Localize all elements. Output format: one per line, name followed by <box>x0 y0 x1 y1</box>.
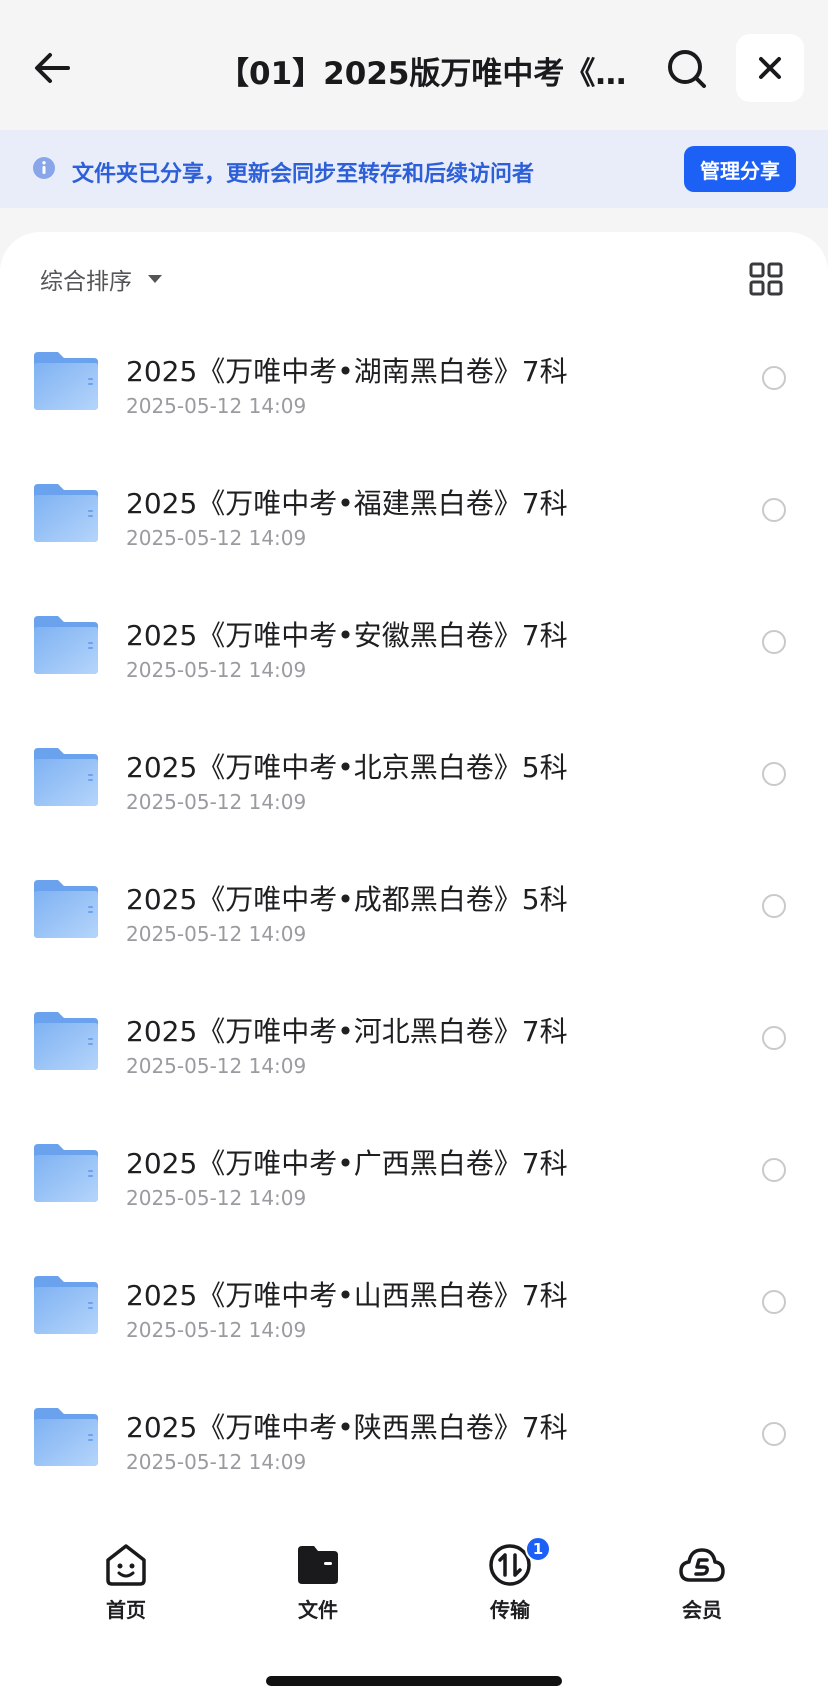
home-indicator <box>266 1676 562 1686</box>
folder-icon <box>298 1546 338 1584</box>
file-name: 2025《万唯中考•山西黑白卷》7科 <box>126 1279 568 1312</box>
home-face-icon <box>106 1544 146 1586</box>
file-row[interactable]: 2025《万唯中考•陕西黑白卷》7科 2025-05-12 14:09 <box>0 1384 828 1516</box>
search-icon <box>668 50 706 88</box>
file-date: 2025-05-12 14:09 <box>126 790 307 814</box>
file-name: 2025《万唯中考•福建黑白卷》7科 <box>126 487 568 520</box>
select-radio[interactable] <box>762 1158 786 1182</box>
file-name: 2025《万唯中考•陕西黑白卷》7科 <box>126 1411 568 1444</box>
manage-share-button[interactable]: 管理分享 <box>684 146 796 192</box>
transfer-badge: 1 <box>525 1536 551 1562</box>
back-button[interactable] <box>28 42 80 94</box>
select-radio[interactable] <box>762 762 786 786</box>
file-list-panel: 综合排序 2025《万唯中考•湖南黑白卷》7科 2025-05-12 14:09 <box>0 232 828 1522</box>
file-row[interactable]: 2025《万唯中考•北京黑白卷》5科 2025-05-12 14:09 <box>0 724 828 856</box>
file-row[interactable]: 2025《万唯中考•福建黑白卷》7科 2025-05-12 14:09 <box>0 460 828 592</box>
sort-dropdown[interactable]: 综合排序 <box>40 262 162 296</box>
file-row[interactable]: 2025《万唯中考•成都黑白卷》5科 2025-05-12 14:09 <box>0 856 828 988</box>
folder-icon <box>32 350 100 412</box>
arrow-left-icon <box>35 53 70 83</box>
select-radio[interactable] <box>762 1422 786 1446</box>
file-name: 2025《万唯中考•安徽黑白卷》7科 <box>126 619 568 652</box>
select-radio[interactable] <box>762 630 786 654</box>
file-date: 2025-05-12 14:09 <box>126 922 307 946</box>
nav-home-label: 首页 <box>106 1598 146 1622</box>
file-name: 2025《万唯中考•北京黑白卷》5科 <box>126 751 568 784</box>
file-row[interactable]: 2025《万唯中考•湖南黑白卷》7科 2025-05-12 14:09 <box>0 328 828 460</box>
file-date: 2025-05-12 14:09 <box>126 1450 307 1474</box>
select-radio[interactable] <box>762 498 786 522</box>
file-name: 2025《万唯中考•河北黑白卷》7科 <box>126 1015 568 1048</box>
grid-icon <box>749 262 783 296</box>
select-radio[interactable] <box>762 1026 786 1050</box>
folder-icon <box>32 1406 100 1468</box>
folder-icon <box>32 878 100 940</box>
select-radio[interactable] <box>762 366 786 390</box>
caret-down-icon <box>148 275 162 283</box>
nav-files-label: 文件 <box>298 1598 338 1622</box>
file-row[interactable]: 2025《万唯中考•安徽黑白卷》7科 2025-05-12 14:09 <box>0 592 828 724</box>
select-radio[interactable] <box>762 1290 786 1314</box>
nav-home[interactable]: 首页 <box>71 1542 181 1632</box>
nav-vip-label: 会员 <box>682 1598 722 1622</box>
file-row[interactable]: 2025《万唯中考•山西黑白卷》7科 2025-05-12 14:09 <box>0 1252 828 1384</box>
file-row[interactable]: 2025《万唯中考•河北黑白卷》7科 2025-05-12 14:09 <box>0 988 828 1120</box>
file-name: 2025《万唯中考•广西黑白卷》7科 <box>126 1147 568 1180</box>
file-date: 2025-05-12 14:09 <box>126 394 307 418</box>
search-button[interactable] <box>664 46 710 92</box>
folder-icon <box>32 1142 100 1204</box>
page-title: 【01】2025版万唯中考《... <box>218 56 628 92</box>
nav-files[interactable]: 文件 <box>263 1542 373 1632</box>
file-date: 2025-05-12 14:09 <box>126 526 307 550</box>
close-button[interactable] <box>736 34 804 102</box>
select-radio[interactable] <box>762 894 786 918</box>
sort-label: 综合排序 <box>40 269 132 295</box>
folder-icon <box>32 614 100 676</box>
top-bar: 【01】2025版万唯中考《... <box>0 0 828 130</box>
file-name: 2025《万唯中考•湖南黑白卷》7科 <box>126 355 568 388</box>
folder-icon <box>32 1010 100 1072</box>
grid-view-toggle[interactable] <box>749 262 783 296</box>
folder-icon <box>32 482 100 544</box>
file-date: 2025-05-12 14:09 <box>126 1054 307 1078</box>
file-name: 2025《万唯中考•成都黑白卷》5科 <box>126 883 568 916</box>
nav-transfer-label: 传输 <box>490 1598 530 1622</box>
file-row[interactable]: 2025《万唯中考•广西黑白卷》7科 2025-05-12 14:09 <box>0 1120 828 1252</box>
share-notice-banner: 文件夹已分享，更新会同步至转存和后续访问者 管理分享 <box>0 130 828 208</box>
banner-message: 文件夹已分享，更新会同步至转存和后续访问者 <box>72 162 535 187</box>
nav-vip[interactable]: 会员 <box>647 1542 757 1632</box>
nav-transfer[interactable]: 1 传输 <box>455 1536 565 1632</box>
file-date: 2025-05-12 14:09 <box>126 658 307 682</box>
close-icon <box>759 57 781 79</box>
folder-icon <box>32 1274 100 1336</box>
info-icon <box>33 157 55 179</box>
file-date: 2025-05-12 14:09 <box>126 1186 307 1210</box>
file-date: 2025-05-12 14:09 <box>126 1318 307 1342</box>
cloud-vip-icon <box>679 1548 725 1582</box>
folder-icon <box>32 746 100 808</box>
